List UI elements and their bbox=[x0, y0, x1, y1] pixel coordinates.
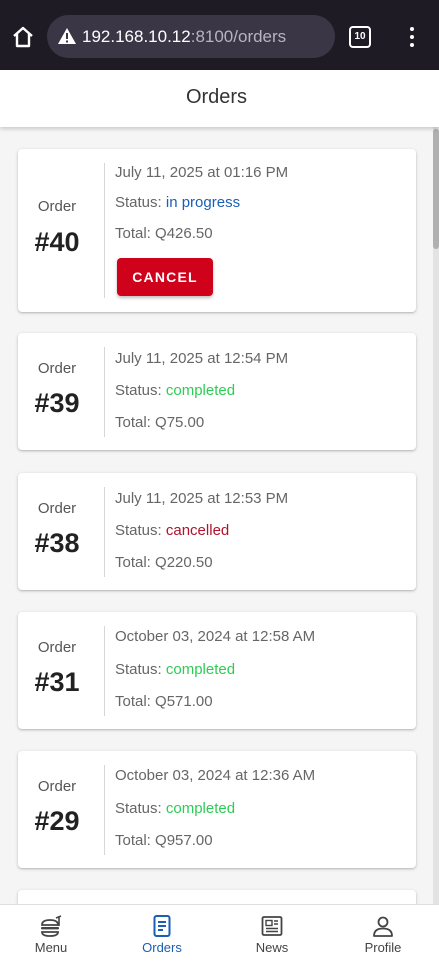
order-card[interactable]: Order #29 October 03, 2024 at 12:36 AM S… bbox=[18, 751, 416, 868]
receipt-icon bbox=[153, 915, 171, 937]
divider bbox=[104, 765, 105, 855]
status-label: Status: bbox=[115, 522, 162, 539]
order-status: Status: in progress bbox=[115, 194, 240, 211]
order-label: Order bbox=[37, 360, 77, 377]
tab-menu[interactable]: Menu bbox=[0, 905, 106, 974]
total-value: Q957.00 bbox=[155, 832, 213, 849]
order-id-block: Order #38 bbox=[18, 473, 104, 590]
tab-label: Profile bbox=[364, 940, 402, 955]
tab-label: News bbox=[255, 940, 289, 955]
divider bbox=[104, 626, 105, 716]
order-total: Total: Q75.00 bbox=[115, 414, 204, 431]
burger-icon bbox=[41, 915, 62, 937]
tab-orders[interactable]: Orders bbox=[107, 905, 217, 974]
order-id-block: Order #29 bbox=[18, 751, 104, 868]
status-value: completed bbox=[165, 661, 236, 678]
total-label: Total: bbox=[115, 832, 151, 849]
tab-count: 10 bbox=[354, 31, 366, 42]
order-total: Total: Q571.00 bbox=[115, 693, 213, 710]
newspaper-icon bbox=[261, 916, 283, 936]
url-path: :8100/orders bbox=[190, 27, 287, 46]
person-icon bbox=[373, 916, 393, 937]
app-header: Orders bbox=[0, 70, 439, 127]
tab-news[interactable]: News bbox=[217, 905, 327, 974]
order-number: #29 bbox=[34, 806, 80, 836]
tabs-icon[interactable]: 10 bbox=[349, 26, 371, 48]
tab-label: Menu bbox=[34, 940, 68, 955]
order-card[interactable]: Order #38 July 11, 2025 at 12:53 PM Stat… bbox=[18, 473, 416, 590]
order-date: July 11, 2025 at 01:16 PM bbox=[115, 164, 289, 181]
total-label: Total: bbox=[115, 693, 151, 710]
bottom-tab-bar: Menu Orders News Profile bbox=[0, 904, 439, 974]
order-label: Order bbox=[37, 778, 77, 795]
warning-icon[interactable] bbox=[57, 26, 77, 46]
tab-profile[interactable]: Profile bbox=[328, 905, 438, 974]
order-total: Total: Q957.00 bbox=[115, 832, 213, 849]
divider bbox=[104, 163, 105, 298]
order-date: October 03, 2024 at 12:36 AM bbox=[115, 767, 316, 784]
address-bar[interactable]: 192.168.10.12:8100/orders bbox=[47, 15, 335, 58]
status-label: Status: bbox=[115, 800, 162, 817]
total-label: Total: bbox=[115, 554, 151, 571]
order-status: Status: completed bbox=[115, 800, 235, 817]
status-label: Status: bbox=[115, 194, 162, 211]
order-label: Order bbox=[37, 639, 77, 656]
order-date: October 03, 2024 at 12:58 AM bbox=[115, 628, 316, 645]
order-date: July 11, 2025 at 12:53 PM bbox=[115, 490, 289, 507]
status-value: completed bbox=[165, 800, 236, 817]
scrollbar-thumb[interactable] bbox=[433, 129, 439, 249]
more-vert-icon[interactable] bbox=[402, 26, 422, 48]
order-status: Status: completed bbox=[115, 382, 235, 399]
orders-list[interactable]: Order #40 July 11, 2025 at 01:16 PM Stat… bbox=[0, 127, 439, 904]
total-value: Q426.50 bbox=[155, 225, 213, 242]
total-value: Q220.50 bbox=[155, 554, 213, 571]
order-card[interactable]: Order #39 July 11, 2025 at 12:54 PM Stat… bbox=[18, 333, 416, 450]
total-label: Total: bbox=[115, 414, 151, 431]
order-card[interactable]: Order #31 October 03, 2024 at 12:58 AM S… bbox=[18, 612, 416, 729]
order-number: #31 bbox=[34, 667, 80, 697]
divider bbox=[104, 347, 105, 437]
order-total: Total: Q220.50 bbox=[115, 554, 213, 571]
order-total: Total: Q426.50 bbox=[115, 225, 213, 242]
url-host: 192.168.10.12 bbox=[82, 27, 191, 46]
total-value: Q571.00 bbox=[155, 693, 213, 710]
browser-toolbar: 192.168.10.12:8100/orders 10 bbox=[0, 0, 439, 70]
order-number: #39 bbox=[34, 388, 80, 418]
order-id-block: Order #31 bbox=[18, 612, 104, 729]
order-status: Status: completed bbox=[115, 661, 235, 678]
status-value: cancelled bbox=[165, 522, 230, 539]
order-id-block: Order #40 bbox=[18, 149, 104, 312]
status-value: in progress bbox=[165, 194, 241, 211]
order-status: Status: cancelled bbox=[115, 522, 229, 539]
status-value: completed bbox=[165, 382, 236, 399]
total-value: Q75.00 bbox=[155, 414, 205, 431]
home-icon[interactable] bbox=[10, 24, 36, 50]
page-title: Orders bbox=[185, 86, 248, 108]
order-id-block: Order #39 bbox=[18, 333, 104, 450]
order-number: #38 bbox=[34, 528, 80, 558]
order-card[interactable] bbox=[18, 890, 416, 904]
total-label: Total: bbox=[115, 225, 151, 242]
order-date: July 11, 2025 at 12:54 PM bbox=[115, 350, 289, 367]
divider bbox=[104, 487, 105, 577]
scrollbar[interactable] bbox=[433, 127, 439, 904]
status-label: Status: bbox=[115, 382, 162, 399]
order-number: #40 bbox=[34, 227, 80, 257]
order-card[interactable]: Order #40 July 11, 2025 at 01:16 PM Stat… bbox=[18, 149, 416, 312]
status-label: Status: bbox=[115, 661, 162, 678]
order-label: Order bbox=[37, 198, 77, 215]
order-label: Order bbox=[37, 500, 77, 517]
cancel-button[interactable]: CANCEL bbox=[117, 258, 213, 296]
url-text[interactable]: 192.168.10.12:8100/orders bbox=[82, 27, 286, 47]
tab-label: Orders bbox=[142, 940, 182, 955]
